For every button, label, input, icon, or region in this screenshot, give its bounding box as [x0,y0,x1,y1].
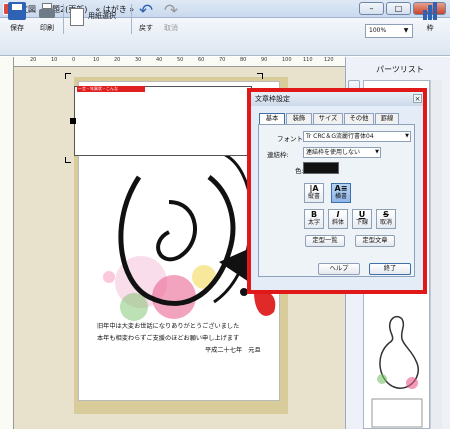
save-label: 保存 [10,24,24,32]
horizontal-writing-icon: A≡ [334,184,348,193]
help-button[interactable]: ヘルプ [318,263,360,275]
chevron-down-icon: ▼ [375,149,379,155]
ruler-tick-label: 10 [51,57,58,63]
font-select[interactable]: Tr CRC＆G流麗行書体04 ▼ [303,131,411,142]
greeting-line: 本年も相変わらずご支援のほどお願い申し上げます [97,335,240,342]
ruler-tick-label: 100 [282,57,292,63]
ruler-tick-label: 120 [324,57,334,63]
printer-icon [38,2,56,20]
vertical-writing-button[interactable]: |A 縦書 [304,183,324,203]
ruler-tick-label: 60 [198,57,205,63]
linking-value: 連結枠を使用しない [306,149,361,156]
ruler-tick-label: 30 [135,57,142,63]
vertical-writing-icon: |A [309,184,319,193]
underline-button[interactable]: U 下線 [352,209,372,229]
signature-text: 平成二十七年 元旦 [205,347,261,354]
parts-scrollbar[interactable] [430,80,442,429]
bold-label: 太字 [307,219,320,226]
strikethrough-icon: S [383,210,389,219]
ruler-tick-label: 0 [72,57,76,63]
maximize-button[interactable]: □ [386,2,411,15]
text-frame[interactable] [74,86,252,156]
horizontal-writing-label: 横書 [334,193,347,200]
undo-label: 戻す [139,24,153,32]
paper-select-button[interactable]: 用紙選択 [70,2,128,36]
linking-label: 連結枠: [267,151,289,159]
redo-label: 取消 [164,24,178,32]
close-dialog-button[interactable]: 終了 [369,263,411,275]
ruler-vertical [0,57,14,429]
print-button[interactable]: 印刷 [36,2,58,36]
vertical-writing-label: 縦書 [307,193,320,200]
linking-select[interactable]: 連結枠を使用しない ▼ [303,147,381,158]
dialog-panel: フォント: Tr CRC＆G流麗行書体04 ▼ 連結枠: 連結枠を使用しない ▼ 色… [258,124,415,277]
redo-arrow-icon: ↷ [163,1,179,21]
undo-button[interactable]: ↶ 戻す [136,2,156,36]
redo-button[interactable]: ↷ 取消 [161,2,181,36]
ruler-tick-label: 70 [219,57,226,63]
zoom-value: 100% [369,27,387,34]
horizontal-writing-button[interactable]: A≡ 横書 [331,183,351,203]
font-label: フォント: [277,135,306,143]
ruler-tick-label: 40 [156,57,163,63]
ruler-tick-label: 20 [30,57,37,63]
greeting-text: 旧年中は大変お世話になりありがとうございました 本年も相変わらずご支援のほどお願い… [97,321,239,345]
tab-decoration[interactable]: 装飾 [286,113,312,124]
ruler-tick-label: 80 [240,57,247,63]
minimize-button[interactable]: – [359,2,384,15]
tab-basic[interactable]: 基本 [259,113,285,124]
strikethrough-label: 取消 [379,219,392,226]
bold-icon: B [310,210,318,219]
paper-icon [70,8,84,26]
toolbar-separator [131,4,132,34]
tab-border[interactable]: 罫線 [375,113,399,124]
tab-other[interactable]: その他 [344,113,374,124]
parts-panel-title: パーツリスト [376,65,424,74]
dialog-title: 文章枠設定 [251,92,423,106]
italic-icon: I [336,210,340,219]
floppy-disk-icon [8,2,26,20]
undo-arrow-icon: ↶ [138,1,154,21]
zoom-select[interactable]: 100% ▼ [365,24,413,38]
frame-label: 枠 [426,24,434,32]
ruler-tick-label: 10 [93,57,100,63]
ruler-tick-label: 90 [261,57,268,63]
save-button[interactable]: 保存 [6,2,28,36]
dialog-close-button[interactable]: × [413,94,422,103]
italic-button[interactable]: I 斜体 [328,209,348,229]
color-picker[interactable] [303,162,339,174]
ruler-tick-label: 20 [114,57,121,63]
chevron-down-icon: ▼ [405,133,409,139]
chevron-down-icon: ▼ [403,27,409,34]
italic-label: 斜体 [331,219,344,226]
tab-size[interactable]: サイズ [313,113,343,124]
font-value: Tr CRC＆G流麗行書体04 [306,133,374,140]
template-list-button[interactable]: 定型一覧 [305,235,345,247]
underline-label: 下線 [355,219,368,226]
bar-chart-icon [421,2,439,20]
paper-select-label: 用紙選択 [88,12,116,20]
strikethrough-button[interactable]: S 取消 [376,209,396,229]
ruler-tick-label: 50 [177,57,184,63]
print-label: 印刷 [40,24,54,32]
template-text-button[interactable]: 定型文章 [355,235,395,247]
greeting-line: 旧年中は大変お世話になりありがとうございました [97,323,240,330]
ruler-tick-label: 110 [303,57,313,63]
underline-icon: U [358,210,366,219]
bold-button[interactable]: B 太字 [304,209,324,229]
frame-button[interactable]: 枠 [420,2,440,36]
toolbar-separator [63,4,64,34]
text-frame-settings-dialog: 文章枠設定 × 基本 装飾 サイズ その他 罫線 フォント: Tr CRC＆G流… [247,88,427,294]
text-frame-caption: 一言・年賀状・こんな [77,86,145,92]
